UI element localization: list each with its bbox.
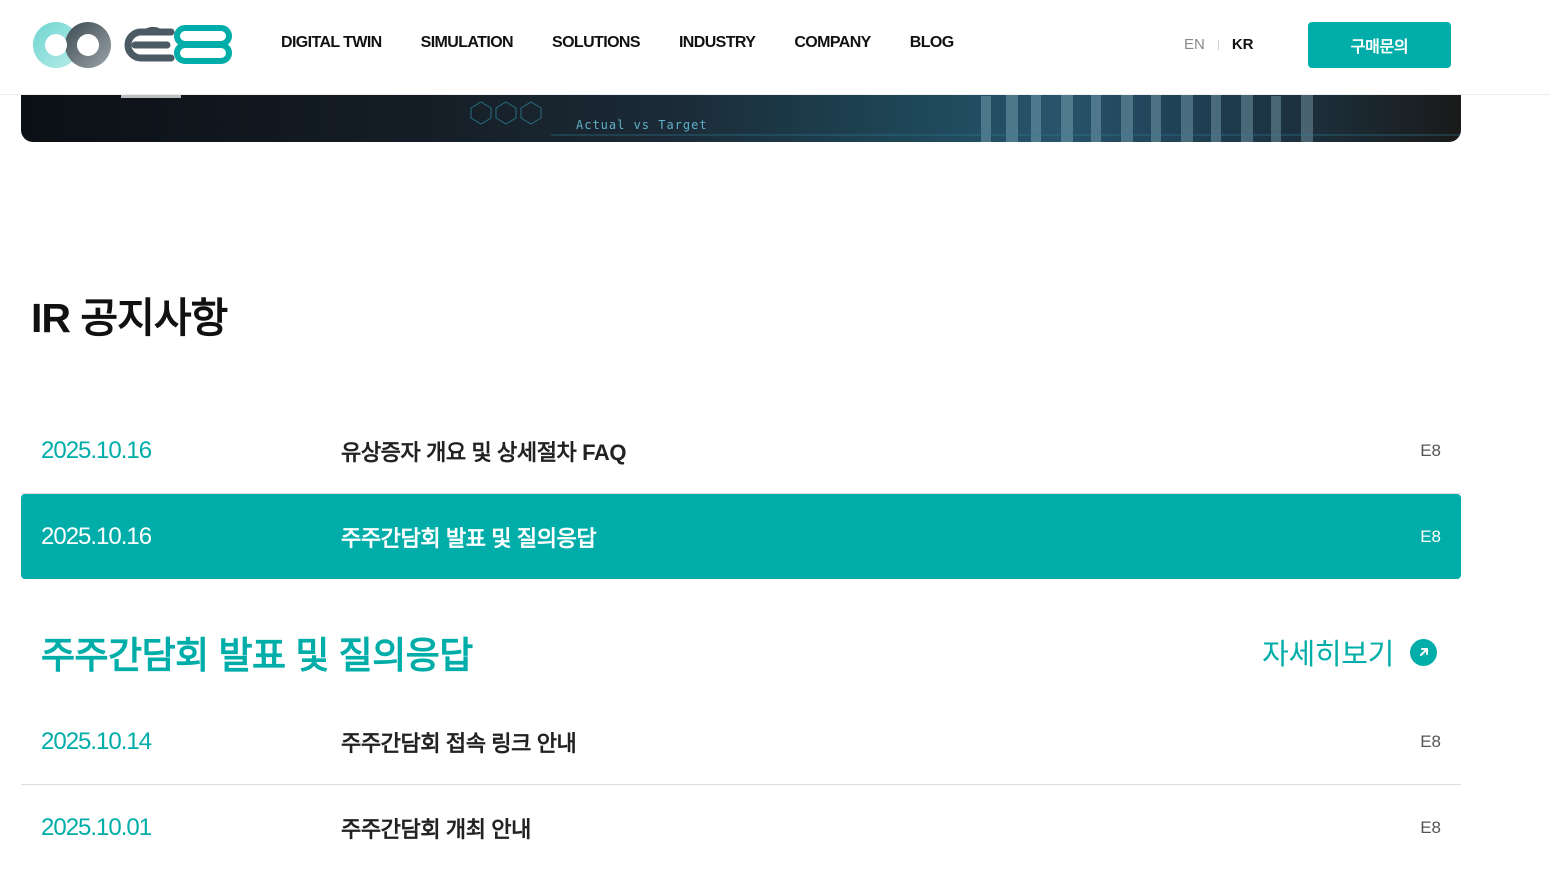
nav-solutions[interactable]: SOLUTIONS: [552, 34, 641, 52]
lang-divider: [1217, 39, 1219, 50]
notice-date: 2025.10.01: [41, 814, 152, 841]
detail-title: 주주간담회 발표 및 질의응답: [41, 635, 473, 676]
notice-title[interactable]: 주주간담회 발표 및 질의응답: [341, 521, 597, 553]
nav-digital-twin[interactable]: DIGITAL TWIN: [281, 34, 382, 52]
nav-simulation[interactable]: SIMULATION: [421, 34, 514, 52]
nav-industry[interactable]: INDUSTRY: [679, 34, 756, 52]
purchase-inquiry-button[interactable]: 구매문의: [1308, 22, 1451, 68]
page-title: IR 공지사항: [31, 295, 228, 341]
notice-row[interactable]: 2025.10.14 주주간담회 접속 링크 안내 E8: [21, 699, 1461, 785]
notice-author: E8: [1420, 818, 1441, 837]
notice-title[interactable]: 주주간담회 접속 링크 안내: [341, 726, 577, 758]
arrow-up-right-icon: [1410, 638, 1437, 666]
notice-author: E8: [1420, 440, 1441, 460]
nav-company[interactable]: COMPANY: [794, 34, 871, 52]
notice-title[interactable]: 주주간담회 개최 안내: [341, 812, 531, 844]
main-nav: DIGITAL TWIN SIMULATION SOLUTIONS INDUST…: [281, 34, 954, 52]
nav-blog[interactable]: BLOG: [910, 34, 954, 52]
site-header: DIGITAL TWIN SIMULATION SOLUTIONS INDUST…: [0, 0, 1550, 95]
notice-row[interactable]: 2025.10.16 유상증자 개요 및 상세절차 FAQ E8: [21, 408, 1461, 494]
language-switcher: EN KR: [1184, 36, 1254, 53]
notice-list: 2025.10.16 유상증자 개요 및 상세절차 FAQ E8 2025.10…: [21, 408, 1461, 871]
notice-title[interactable]: 유상증자 개요 및 상세절차 FAQ: [341, 435, 627, 467]
hero-overlay-text: Actual vs Target: [576, 118, 708, 132]
notice-detail-panel: 주주간담회 발표 및 질의응답 자세히보기: [21, 579, 1461, 699]
notice-row[interactable]: 2025.10.01 주주간담회 개최 안내 E8: [21, 785, 1461, 871]
notice-date: 2025.10.16: [41, 522, 152, 550]
notice-date: 2025.10.14: [41, 727, 152, 755]
view-more-label: 자세히보기: [1262, 639, 1394, 671]
e8-logo[interactable]: [31, 18, 235, 72]
lang-en-link[interactable]: EN: [1184, 36, 1205, 53]
notice-date: 2025.10.16: [41, 436, 152, 464]
notice-row-active[interactable]: 2025.10.16 주주간담회 발표 및 질의응답 E8: [21, 494, 1461, 579]
view-more-link[interactable]: 자세히보기: [1262, 631, 1437, 673]
notice-author: E8: [1420, 526, 1441, 546]
notice-author: E8: [1420, 731, 1441, 751]
lang-kr-link[interactable]: KR: [1232, 36, 1254, 53]
